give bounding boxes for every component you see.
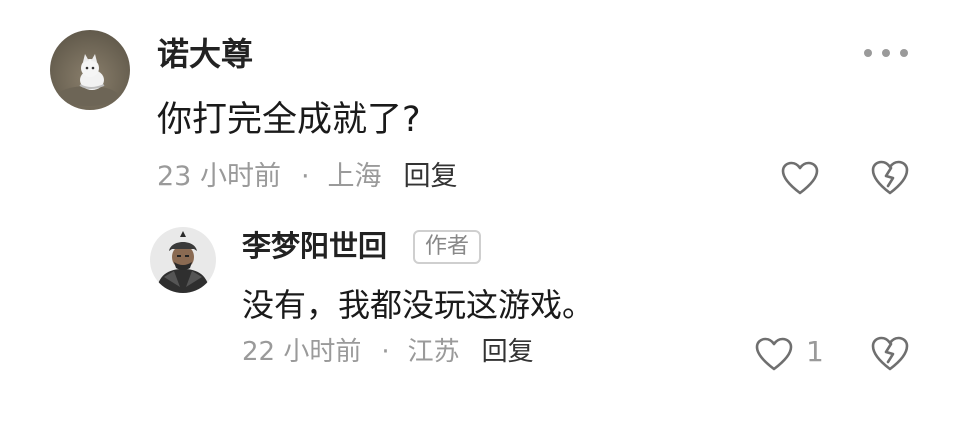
- broken-heart-icon: [871, 160, 909, 195]
- reply-text: 没有，我都没玩这游戏。: [242, 286, 595, 324]
- reply-like-button[interactable]: [754, 336, 794, 372]
- more-dots-icon: [864, 49, 872, 57]
- comment-meta: 23 小时前 · 上海 回复: [157, 163, 458, 190]
- more-dots-icon: [900, 49, 908, 57]
- reply-username[interactable]: 李梦阳世回: [242, 232, 387, 261]
- avatar-cat-image: [50, 30, 130, 110]
- broken-heart-icon: [871, 336, 909, 371]
- reply-button[interactable]: 回复: [404, 163, 458, 190]
- avatar-warrior-image: [150, 227, 216, 293]
- like-button[interactable]: [780, 160, 820, 196]
- reply-like-count: 1: [806, 335, 824, 368]
- reply-button[interactable]: 回复: [482, 339, 534, 365]
- reply-meta: 22 小时前 · 江苏 回复: [242, 339, 534, 365]
- comment-thread: 诺大尊 你打完全成就了? 23 小时前 · 上海 回复 李梦阳世回 作者 没有，…: [0, 0, 960, 423]
- meta-separator: ·: [300, 161, 310, 192]
- reply-location: 江苏: [407, 337, 460, 367]
- comment-text: 你打完全成就了?: [157, 100, 421, 140]
- reply-avatar[interactable]: [150, 227, 216, 293]
- avatar[interactable]: [50, 30, 130, 110]
- meta-separator: ·: [381, 337, 390, 367]
- more-dots-icon: [882, 49, 890, 57]
- comment-time: 23 小时前: [157, 161, 281, 192]
- reply-time: 22 小时前: [242, 337, 362, 367]
- comment-location: 上海: [327, 161, 382, 192]
- comment-username[interactable]: 诺大尊: [157, 38, 253, 70]
- reply-dislike-button[interactable]: [870, 334, 910, 372]
- more-options-button[interactable]: [864, 42, 908, 64]
- author-badge: 作者: [413, 230, 482, 264]
- heart-icon: [755, 337, 793, 371]
- dislike-button[interactable]: [870, 158, 910, 196]
- heart-icon: [781, 161, 819, 195]
